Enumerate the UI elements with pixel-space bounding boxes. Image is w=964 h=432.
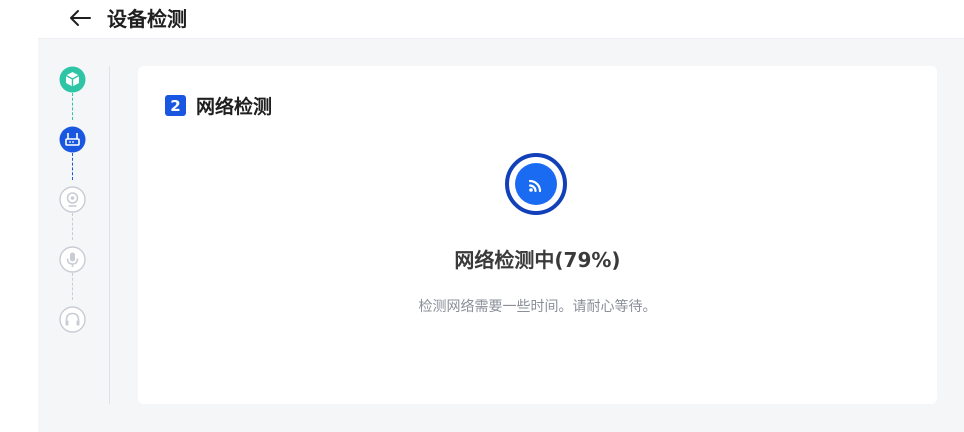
section-header: 2 网络检测 bbox=[165, 92, 272, 119]
progress-hint-text: 检测网络需要一些时间。请耐心等待。 bbox=[418, 299, 657, 315]
step-device[interactable] bbox=[59, 66, 86, 93]
arrow-left-icon bbox=[70, 10, 91, 26]
step-connector bbox=[72, 153, 73, 180]
section-title: 网络检测 bbox=[196, 96, 273, 118]
step-connector bbox=[72, 93, 73, 120]
back-button[interactable] bbox=[66, 4, 94, 32]
cube-icon bbox=[59, 66, 86, 93]
progress-indicator bbox=[504, 152, 568, 216]
step-network[interactable] bbox=[59, 126, 86, 153]
headphones-icon bbox=[59, 306, 86, 333]
network-check-card: 2 网络检测 网络检测中(79%) 检测网络需要一些时间。请耐心等待。 bbox=[138, 66, 937, 404]
router-icon bbox=[59, 126, 86, 153]
microphone-icon bbox=[59, 246, 86, 273]
step-number-badge: 2 bbox=[165, 95, 186, 116]
step-connector bbox=[72, 213, 73, 240]
progress-status-text: 网络检测中(79%) bbox=[454, 248, 621, 272]
steps-divider bbox=[109, 66, 110, 404]
header: 设备检测 bbox=[38, 0, 964, 39]
step-connector bbox=[72, 273, 73, 300]
step-camera[interactable] bbox=[59, 186, 86, 213]
webcam-icon bbox=[59, 186, 86, 213]
page-title: 设备检测 bbox=[107, 7, 187, 31]
step-headset[interactable] bbox=[59, 306, 86, 333]
step-microphone[interactable] bbox=[59, 246, 86, 273]
